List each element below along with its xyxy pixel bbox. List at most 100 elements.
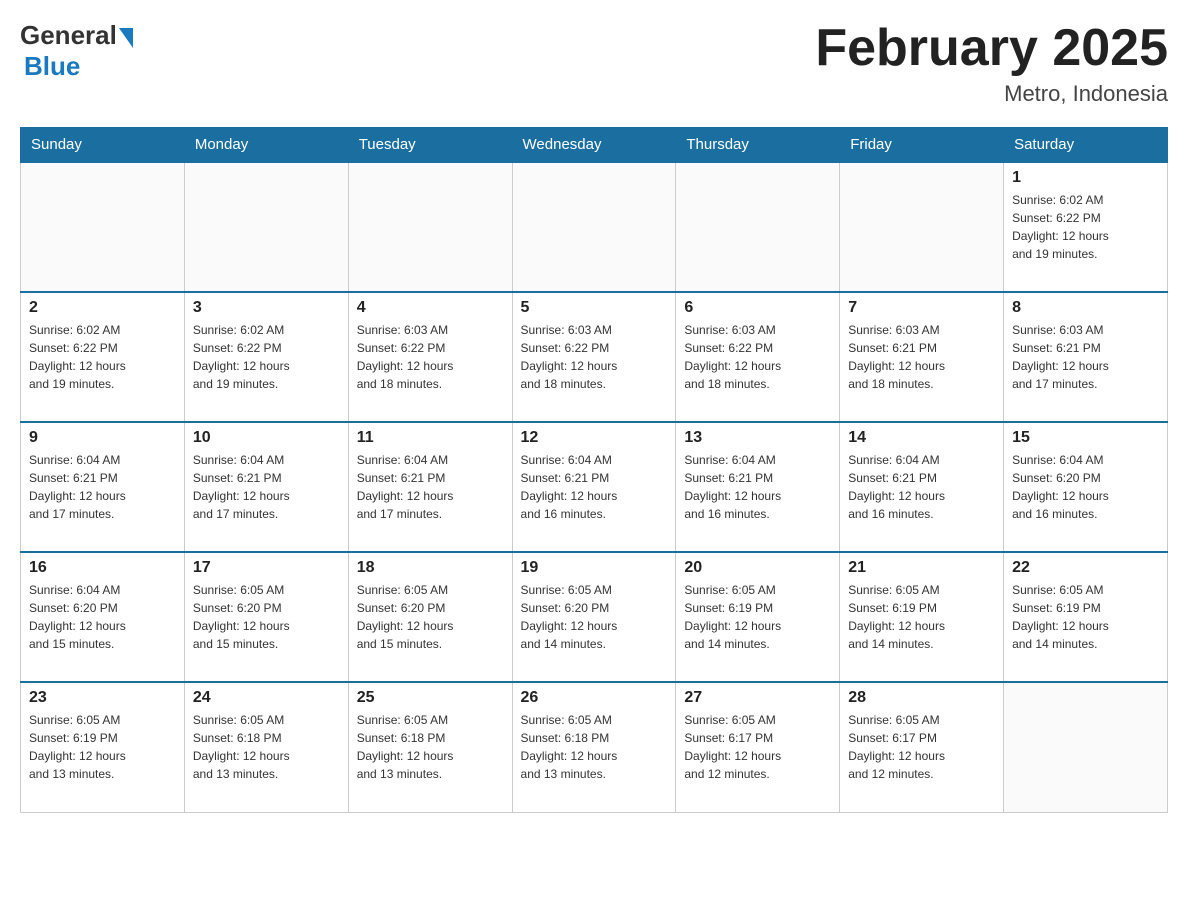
header-monday: Monday bbox=[184, 128, 348, 163]
table-row: 19 Sunrise: 6:05 AM Sunset: 6:20 PM Dayli… bbox=[512, 552, 676, 682]
header-wednesday: Wednesday bbox=[512, 128, 676, 163]
calendar-subtitle: Metro, Indonesia bbox=[815, 81, 1168, 107]
day-number: 25 bbox=[357, 689, 504, 707]
day-info: Sunrise: 6:04 AM Sunset: 6:21 PM Dayligh… bbox=[684, 451, 831, 523]
table-row: 24 Sunrise: 6:05 AM Sunset: 6:18 PM Dayli… bbox=[184, 682, 348, 812]
week-row-3: 9 Sunrise: 6:04 AM Sunset: 6:21 PM Daylig… bbox=[21, 422, 1168, 552]
day-number: 10 bbox=[193, 429, 340, 447]
day-info: Sunrise: 6:02 AM Sunset: 6:22 PM Dayligh… bbox=[193, 321, 340, 393]
table-row: 28 Sunrise: 6:05 AM Sunset: 6:17 PM Dayli… bbox=[840, 682, 1004, 812]
day-number: 21 bbox=[848, 559, 995, 577]
table-row: 26 Sunrise: 6:05 AM Sunset: 6:18 PM Dayli… bbox=[512, 682, 676, 812]
day-info: Sunrise: 6:05 AM Sunset: 6:18 PM Dayligh… bbox=[357, 711, 504, 783]
day-number: 15 bbox=[1012, 429, 1159, 447]
header-tuesday: Tuesday bbox=[348, 128, 512, 163]
table-row: 2Sunrise: 6:02 AM Sunset: 6:22 PM Daylig… bbox=[21, 292, 185, 422]
table-row: 5 Sunrise: 6:03 AM Sunset: 6:22 PM Daylig… bbox=[512, 292, 676, 422]
table-row: 11 Sunrise: 6:04 AM Sunset: 6:21 PM Dayli… bbox=[348, 422, 512, 552]
day-info: Sunrise: 6:03 AM Sunset: 6:22 PM Dayligh… bbox=[684, 321, 831, 393]
day-number: 20 bbox=[684, 559, 831, 577]
day-number: 5 bbox=[521, 299, 668, 317]
day-info: Sunrise: 6:05 AM Sunset: 6:17 PM Dayligh… bbox=[684, 711, 831, 783]
week-row-2: 2Sunrise: 6:02 AM Sunset: 6:22 PM Daylig… bbox=[21, 292, 1168, 422]
table-row: 25 Sunrise: 6:05 AM Sunset: 6:18 PM Dayli… bbox=[348, 682, 512, 812]
day-number: 3 bbox=[193, 299, 340, 317]
day-number: 12 bbox=[521, 429, 668, 447]
day-number: 26 bbox=[521, 689, 668, 707]
day-info: Sunrise: 6:05 AM Sunset: 6:19 PM Dayligh… bbox=[848, 581, 995, 653]
day-info: Sunrise: 6:04 AM Sunset: 6:21 PM Dayligh… bbox=[29, 451, 176, 523]
page-header: General Blue February 2025 Metro, Indone… bbox=[20, 20, 1168, 107]
day-number: 17 bbox=[193, 559, 340, 577]
table-row bbox=[348, 162, 512, 292]
table-row: 20Sunrise: 6:05 AM Sunset: 6:19 PM Dayli… bbox=[676, 552, 840, 682]
title-section: February 2025 Metro, Indonesia bbox=[815, 20, 1168, 107]
day-number: 9 bbox=[29, 429, 176, 447]
day-info: Sunrise: 6:02 AM Sunset: 6:22 PM Dayligh… bbox=[29, 321, 176, 393]
week-row-1: 1 Sunrise: 6:02 AM Sunset: 6:22 PM Daylig… bbox=[21, 162, 1168, 292]
table-row bbox=[1004, 682, 1168, 812]
calendar-title: February 2025 bbox=[815, 20, 1168, 77]
table-row: 17 Sunrise: 6:05 AM Sunset: 6:20 PM Dayli… bbox=[184, 552, 348, 682]
day-number: 8 bbox=[1012, 299, 1159, 317]
table-row: 18 Sunrise: 6:05 AM Sunset: 6:20 PM Dayli… bbox=[348, 552, 512, 682]
day-info: Sunrise: 6:03 AM Sunset: 6:21 PM Dayligh… bbox=[1012, 321, 1159, 393]
logo-arrow-icon bbox=[119, 28, 133, 48]
day-info: Sunrise: 6:05 AM Sunset: 6:20 PM Dayligh… bbox=[357, 581, 504, 653]
day-info: Sunrise: 6:05 AM Sunset: 6:20 PM Dayligh… bbox=[193, 581, 340, 653]
day-info: Sunrise: 6:05 AM Sunset: 6:18 PM Dayligh… bbox=[521, 711, 668, 783]
table-row: 10Sunrise: 6:04 AM Sunset: 6:21 PM Dayli… bbox=[184, 422, 348, 552]
day-number: 28 bbox=[848, 689, 995, 707]
header-friday: Friday bbox=[840, 128, 1004, 163]
header-sunday: Sunday bbox=[21, 128, 185, 163]
logo-blue-text: Blue bbox=[24, 51, 80, 82]
day-number: 19 bbox=[521, 559, 668, 577]
day-info: Sunrise: 6:05 AM Sunset: 6:19 PM Dayligh… bbox=[29, 711, 176, 783]
day-info: Sunrise: 6:05 AM Sunset: 6:19 PM Dayligh… bbox=[1012, 581, 1159, 653]
week-row-5: 23 Sunrise: 6:05 AM Sunset: 6:19 PM Dayli… bbox=[21, 682, 1168, 812]
day-info: Sunrise: 6:04 AM Sunset: 6:21 PM Dayligh… bbox=[357, 451, 504, 523]
table-row: 23 Sunrise: 6:05 AM Sunset: 6:19 PM Dayli… bbox=[21, 682, 185, 812]
header-saturday: Saturday bbox=[1004, 128, 1168, 163]
day-number: 18 bbox=[357, 559, 504, 577]
day-info: Sunrise: 6:03 AM Sunset: 6:22 PM Dayligh… bbox=[521, 321, 668, 393]
day-number: 11 bbox=[357, 429, 504, 447]
table-row: 7 Sunrise: 6:03 AM Sunset: 6:21 PM Daylig… bbox=[840, 292, 1004, 422]
table-row: 3 Sunrise: 6:02 AM Sunset: 6:22 PM Daylig… bbox=[184, 292, 348, 422]
table-row: 27 Sunrise: 6:05 AM Sunset: 6:17 PM Dayli… bbox=[676, 682, 840, 812]
table-row: 12 Sunrise: 6:04 AM Sunset: 6:21 PM Dayli… bbox=[512, 422, 676, 552]
header-thursday: Thursday bbox=[676, 128, 840, 163]
day-number: 7 bbox=[848, 299, 995, 317]
table-row: 4Sunrise: 6:03 AM Sunset: 6:22 PM Daylig… bbox=[348, 292, 512, 422]
table-row: 15Sunrise: 6:04 AM Sunset: 6:20 PM Dayli… bbox=[1004, 422, 1168, 552]
table-row: 13Sunrise: 6:04 AM Sunset: 6:21 PM Dayli… bbox=[676, 422, 840, 552]
day-info: Sunrise: 6:02 AM Sunset: 6:22 PM Dayligh… bbox=[1012, 191, 1159, 263]
day-info: Sunrise: 6:05 AM Sunset: 6:17 PM Dayligh… bbox=[848, 711, 995, 783]
logo: General Blue bbox=[20, 20, 133, 82]
day-number: 16 bbox=[29, 559, 176, 577]
calendar-table: Sunday Monday Tuesday Wednesday Thursday… bbox=[20, 127, 1168, 813]
day-number: 4 bbox=[357, 299, 504, 317]
day-number: 27 bbox=[684, 689, 831, 707]
day-info: Sunrise: 6:05 AM Sunset: 6:20 PM Dayligh… bbox=[521, 581, 668, 653]
week-row-4: 16 Sunrise: 6:04 AM Sunset: 6:20 PM Dayli… bbox=[21, 552, 1168, 682]
table-row: 16 Sunrise: 6:04 AM Sunset: 6:20 PM Dayli… bbox=[21, 552, 185, 682]
table-row: 9 Sunrise: 6:04 AM Sunset: 6:21 PM Daylig… bbox=[21, 422, 185, 552]
day-info: Sunrise: 6:04 AM Sunset: 6:21 PM Dayligh… bbox=[848, 451, 995, 523]
day-number: 14 bbox=[848, 429, 995, 447]
day-info: Sunrise: 6:04 AM Sunset: 6:20 PM Dayligh… bbox=[29, 581, 176, 653]
table-row: 21 Sunrise: 6:05 AM Sunset: 6:19 PM Dayli… bbox=[840, 552, 1004, 682]
day-number: 1 bbox=[1012, 169, 1159, 187]
table-row: 1 Sunrise: 6:02 AM Sunset: 6:22 PM Daylig… bbox=[1004, 162, 1168, 292]
day-info: Sunrise: 6:04 AM Sunset: 6:21 PM Dayligh… bbox=[521, 451, 668, 523]
day-info: Sunrise: 6:05 AM Sunset: 6:18 PM Dayligh… bbox=[193, 711, 340, 783]
table-row bbox=[840, 162, 1004, 292]
day-number: 22 bbox=[1012, 559, 1159, 577]
day-number: 24 bbox=[193, 689, 340, 707]
table-row bbox=[512, 162, 676, 292]
table-row: 6Sunrise: 6:03 AM Sunset: 6:22 PM Daylig… bbox=[676, 292, 840, 422]
table-row: 8 Sunrise: 6:03 AM Sunset: 6:21 PM Daylig… bbox=[1004, 292, 1168, 422]
table-row bbox=[21, 162, 185, 292]
day-info: Sunrise: 6:03 AM Sunset: 6:21 PM Dayligh… bbox=[848, 321, 995, 393]
day-number: 23 bbox=[29, 689, 176, 707]
